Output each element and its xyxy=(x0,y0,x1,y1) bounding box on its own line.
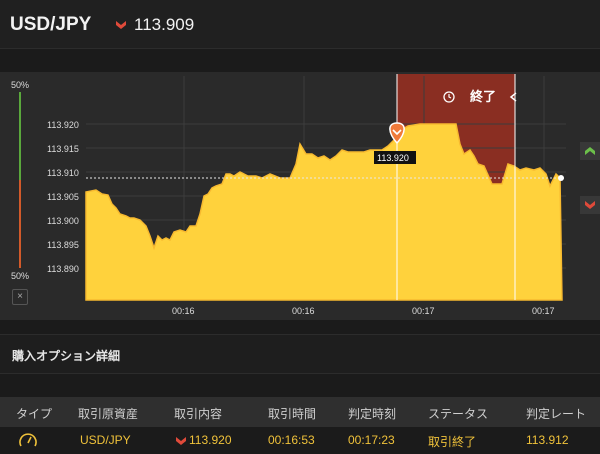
entry-label: 113.920 xyxy=(377,153,409,163)
timer-icon xyxy=(19,433,37,447)
row-trade-time: 00:16:53 xyxy=(268,433,315,447)
y-tick-label: 113.900 xyxy=(47,216,79,226)
y-tick-label: 113.905 xyxy=(47,192,79,202)
y-tick-label: 113.895 xyxy=(47,240,79,250)
column-header-trade-time: 取引時間 xyxy=(268,407,317,421)
column-header-status: ステータス xyxy=(428,407,489,421)
table-row[interactable]: USD/JPY 113.920 00:16:53 00:17:23 取引終了 1… xyxy=(0,428,600,454)
x-tick-label: 00:17 xyxy=(412,306,435,316)
high-button[interactable] xyxy=(580,142,600,160)
column-header-judge-time: 判定時刻 xyxy=(348,407,397,421)
row-asset: USD/JPY xyxy=(80,433,131,447)
row-status: 取引終了 xyxy=(428,435,477,449)
purchase-details-header: 購入オプション詳細 xyxy=(0,334,600,374)
column-header-asset: 取引原資産 xyxy=(78,407,139,421)
row-judge-time: 00:17:23 xyxy=(348,433,395,447)
y-tick-label: 113.920 xyxy=(47,120,79,130)
row-trade: 113.920 xyxy=(176,433,232,447)
column-header-rate: 判定レート xyxy=(526,407,587,421)
row-trade-value: 113.920 xyxy=(189,433,232,447)
end-label: 終了 xyxy=(470,89,496,105)
low-button[interactable] xyxy=(580,196,600,214)
x-tick-label: 00:16 xyxy=(172,306,195,316)
x-tick-label: 00:16 xyxy=(292,306,315,316)
y-tick-label: 113.890 xyxy=(47,264,79,274)
x-tick-label: 00:17 xyxy=(532,306,555,316)
up-arrow-icon xyxy=(585,147,595,155)
current-price-dot xyxy=(558,175,564,181)
section-title: 購入オプション詳細 xyxy=(12,349,121,363)
y-tick-label: 113.915 xyxy=(47,144,79,154)
column-header-trade: 取引内容 xyxy=(174,407,223,421)
down-arrow-icon xyxy=(176,436,186,445)
price-chart: 終了 113.920 113.920 113.915 113.910 113.9… xyxy=(47,74,566,316)
column-header-type: タイプ xyxy=(16,407,53,421)
down-arrow-icon xyxy=(585,201,595,209)
y-tick-label: 113.910 xyxy=(47,168,79,178)
row-rate: 113.912 xyxy=(526,433,569,447)
table-header-row: タイプ 取引原資産 取引内容 取引時間 判定時刻 ステータス 判定レート xyxy=(0,397,600,427)
